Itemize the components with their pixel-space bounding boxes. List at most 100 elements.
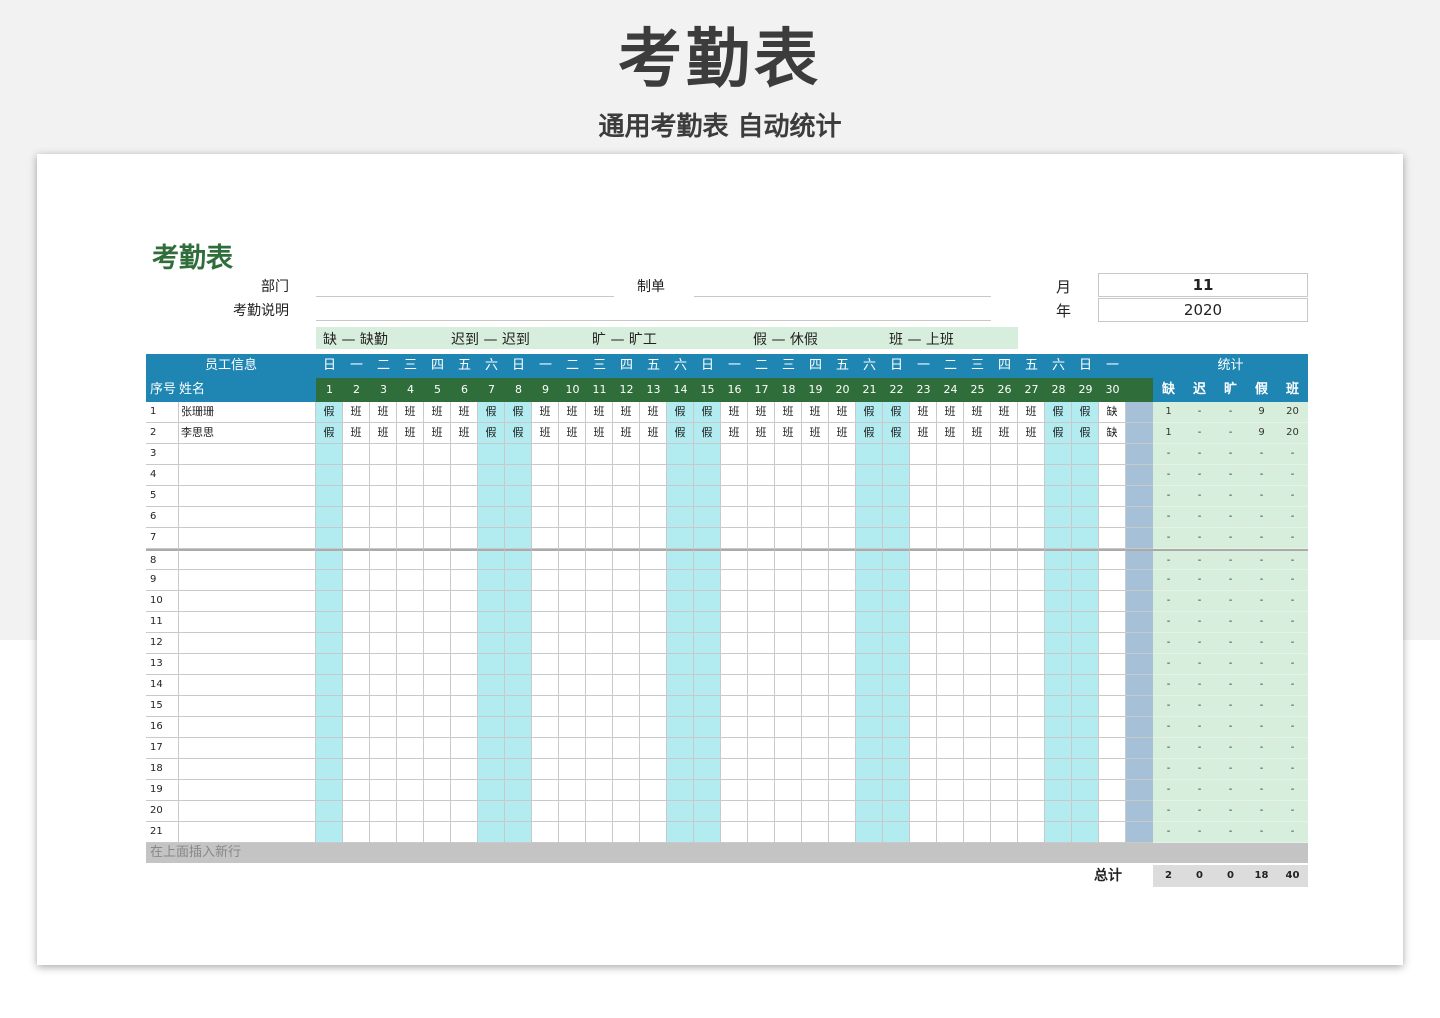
attendance-cell[interactable]: [316, 801, 343, 822]
attendance-cell[interactable]: [424, 549, 451, 570]
attendance-cell[interactable]: [532, 780, 559, 801]
attendance-cell[interactable]: [1045, 444, 1072, 465]
attendance-cell[interactable]: [829, 549, 856, 570]
attendance-cell[interactable]: [316, 717, 343, 738]
attendance-cell[interactable]: [748, 633, 775, 654]
attendance-cell[interactable]: [910, 612, 937, 633]
attendance-cell[interactable]: [640, 675, 667, 696]
attendance-cell[interactable]: [937, 486, 964, 507]
attendance-cell[interactable]: [1018, 444, 1045, 465]
attendance-cell[interactable]: [802, 549, 829, 570]
attendance-cell[interactable]: [478, 612, 505, 633]
attendance-cell[interactable]: [397, 801, 424, 822]
attendance-cell[interactable]: [748, 591, 775, 612]
gap-cell[interactable]: [1126, 654, 1153, 675]
attendance-cell[interactable]: [1099, 486, 1126, 507]
attendance-cell[interactable]: [586, 591, 613, 612]
attendance-cell[interactable]: [802, 486, 829, 507]
attendance-cell[interactable]: 班: [370, 402, 397, 423]
attendance-cell[interactable]: [559, 591, 586, 612]
attendance-cell[interactable]: 班: [397, 402, 424, 423]
attendance-cell[interactable]: [505, 591, 532, 612]
attendance-cell[interactable]: [1072, 780, 1099, 801]
attendance-cell[interactable]: [397, 612, 424, 633]
attendance-cell[interactable]: [397, 717, 424, 738]
attendance-cell[interactable]: 班: [640, 423, 667, 444]
attendance-cell[interactable]: [451, 738, 478, 759]
attendance-cell[interactable]: [1018, 654, 1045, 675]
attendance-cell[interactable]: [640, 759, 667, 780]
attendance-cell[interactable]: [343, 549, 370, 570]
gap-cell[interactable]: [1126, 402, 1153, 423]
attendance-cell[interactable]: 班: [586, 423, 613, 444]
attendance-cell[interactable]: [1099, 612, 1126, 633]
attendance-cell[interactable]: [1099, 444, 1126, 465]
attendance-cell[interactable]: [775, 465, 802, 486]
attendance-cell[interactable]: [397, 444, 424, 465]
attendance-cell[interactable]: [370, 570, 397, 591]
name-input[interactable]: [179, 528, 316, 549]
attendance-cell[interactable]: [694, 465, 721, 486]
attendance-cell[interactable]: 假: [883, 402, 910, 423]
attendance-cell[interactable]: [775, 591, 802, 612]
attendance-cell[interactable]: [370, 780, 397, 801]
attendance-cell[interactable]: [748, 822, 775, 843]
attendance-cell[interactable]: 班: [775, 423, 802, 444]
name-input[interactable]: [179, 486, 316, 507]
attendance-cell[interactable]: [775, 822, 802, 843]
attendance-cell[interactable]: [802, 696, 829, 717]
attendance-cell[interactable]: [694, 507, 721, 528]
attendance-cell[interactable]: [910, 528, 937, 549]
attendance-cell[interactable]: [883, 738, 910, 759]
attendance-cell[interactable]: [964, 801, 991, 822]
attendance-cell[interactable]: [721, 633, 748, 654]
name-input[interactable]: [179, 654, 316, 675]
department-input[interactable]: [316, 296, 614, 297]
attendance-cell[interactable]: [829, 801, 856, 822]
gap-cell[interactable]: [1126, 633, 1153, 654]
attendance-cell[interactable]: [532, 717, 559, 738]
attendance-cell[interactable]: [1045, 507, 1072, 528]
attendance-cell[interactable]: [370, 465, 397, 486]
attendance-cell[interactable]: [991, 654, 1018, 675]
gap-cell[interactable]: [1126, 738, 1153, 759]
attendance-cell[interactable]: [829, 633, 856, 654]
attendance-cell[interactable]: [964, 717, 991, 738]
attendance-cell[interactable]: [343, 507, 370, 528]
attendance-cell[interactable]: [856, 801, 883, 822]
attendance-cell[interactable]: [964, 528, 991, 549]
attendance-cell[interactable]: [667, 465, 694, 486]
attendance-cell[interactable]: [1018, 570, 1045, 591]
attendance-cell[interactable]: [991, 528, 1018, 549]
attendance-cell[interactable]: [721, 654, 748, 675]
attendance-cell[interactable]: [964, 759, 991, 780]
attendance-cell[interactable]: [1045, 486, 1072, 507]
attendance-cell[interactable]: [1099, 822, 1126, 843]
gap-cell[interactable]: [1126, 570, 1153, 591]
attendance-cell[interactable]: [451, 822, 478, 843]
attendance-cell[interactable]: [883, 612, 910, 633]
attendance-cell[interactable]: [1099, 696, 1126, 717]
attendance-cell[interactable]: [1072, 591, 1099, 612]
attendance-cell[interactable]: [478, 759, 505, 780]
attendance-cell[interactable]: [721, 612, 748, 633]
attendance-cell[interactable]: [1018, 822, 1045, 843]
attendance-cell[interactable]: [937, 612, 964, 633]
name-input[interactable]: [179, 717, 316, 738]
attendance-cell[interactable]: [505, 528, 532, 549]
attendance-cell[interactable]: [775, 444, 802, 465]
attendance-cell[interactable]: [370, 612, 397, 633]
attendance-cell[interactable]: [829, 654, 856, 675]
attendance-cell[interactable]: [478, 570, 505, 591]
attendance-cell[interactable]: 班: [748, 402, 775, 423]
attendance-cell[interactable]: [964, 507, 991, 528]
attendance-cell[interactable]: 班: [802, 402, 829, 423]
attendance-cell[interactable]: [1045, 801, 1072, 822]
attendance-cell[interactable]: [829, 696, 856, 717]
attendance-cell[interactable]: [424, 696, 451, 717]
attendance-cell[interactable]: [937, 528, 964, 549]
attendance-cell[interactable]: [1018, 507, 1045, 528]
name-input[interactable]: 李思思: [179, 423, 316, 444]
attendance-cell[interactable]: [586, 633, 613, 654]
attendance-cell[interactable]: [613, 633, 640, 654]
